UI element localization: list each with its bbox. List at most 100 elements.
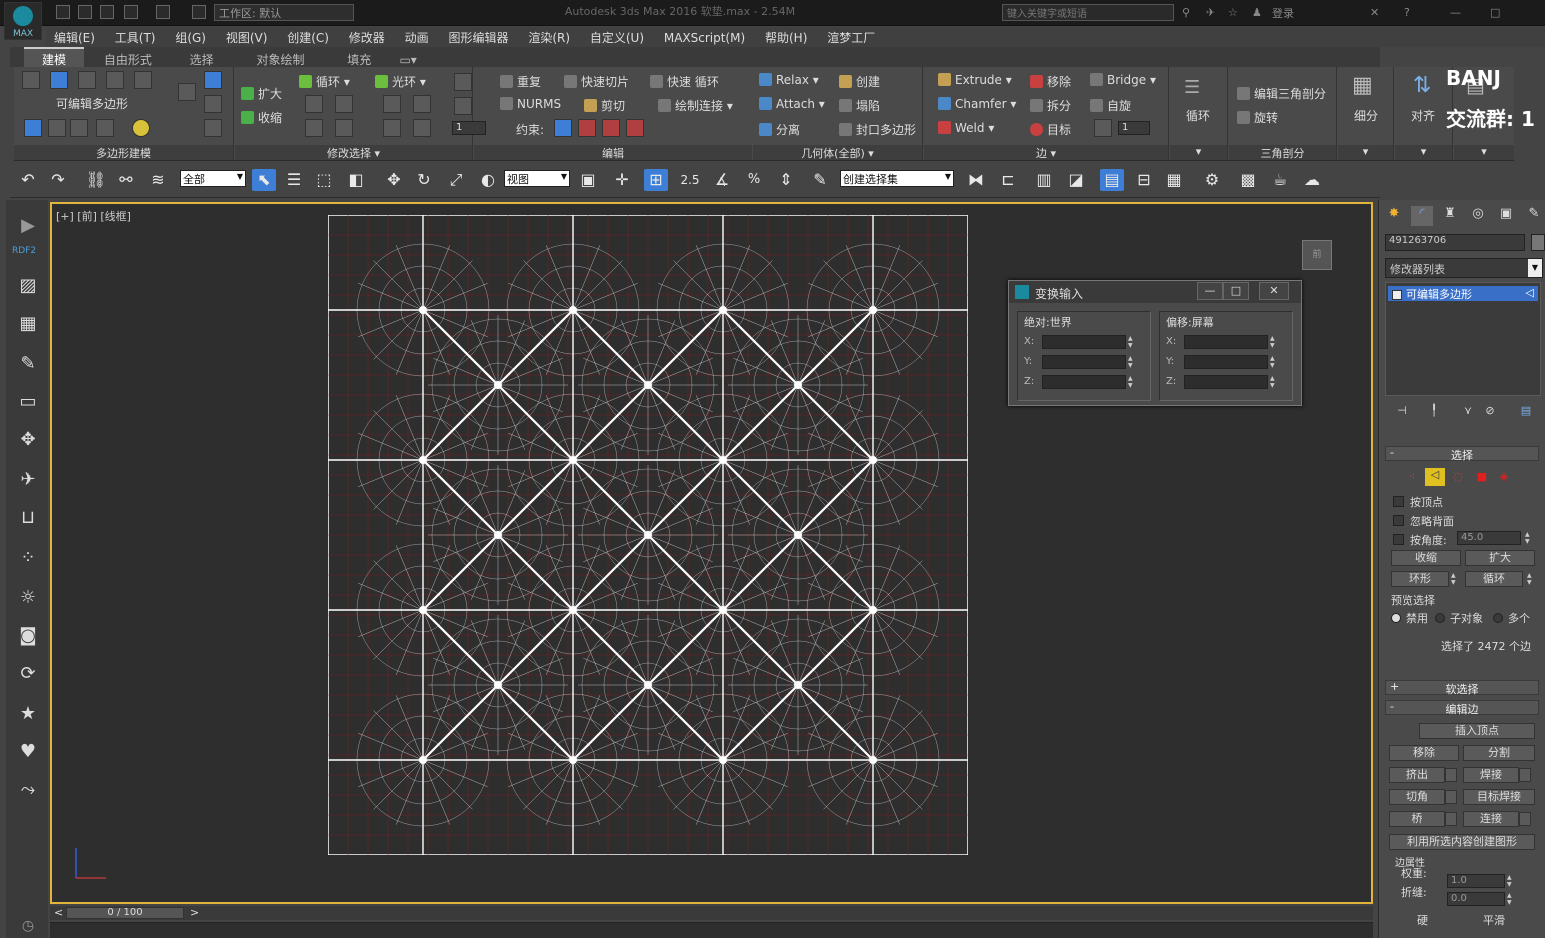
dialog-maximize-icon[interactable]: □	[1223, 282, 1249, 300]
vertex-mode-icon[interactable]	[22, 71, 40, 89]
loop-spinner[interactable]: ▲ ▼	[1527, 572, 1535, 586]
chamfer-settings-icon[interactable]	[1445, 790, 1457, 804]
plane-icon[interactable]: ✈	[16, 468, 40, 492]
user-icon[interactable]: ♟	[1252, 6, 1266, 20]
heart-icon[interactable]: ♥	[16, 740, 40, 764]
dialog-titlebar[interactable]: 变换输入 — □ ✕	[1009, 281, 1301, 303]
extrude-edge-button[interactable]: 挤出	[1389, 767, 1445, 783]
abs-x-spinner[interactable]: ▲ ▼	[1128, 335, 1136, 349]
undo-icon[interactable]: ↶	[16, 169, 40, 191]
selection-filter-dropdown[interactable]: 全部	[180, 170, 246, 187]
subdivide-icon[interactable]: ▦	[1352, 73, 1373, 98]
turn-button[interactable]: 旋转	[1237, 109, 1278, 126]
element-mode-icon[interactable]	[134, 71, 152, 89]
reference-coord-dropdown[interactable]: 视图	[504, 170, 570, 187]
pivot-center-icon[interactable]: ▣	[576, 169, 600, 191]
nurms-button[interactable]: NURMS	[500, 97, 561, 111]
menu-views[interactable]: 视图(V)	[218, 27, 276, 48]
constraint-normal-icon[interactable]	[626, 119, 644, 137]
shrink-button[interactable]: 收缩	[1391, 550, 1461, 566]
abs-y-field[interactable]	[1042, 355, 1126, 369]
preview-disabled-radio[interactable]: 禁用	[1391, 610, 1428, 626]
edit-edges-rollout-header[interactable]: - 编辑边	[1385, 700, 1539, 716]
ring-grow-icon[interactable]	[383, 95, 401, 113]
weld-edge-button[interactable]: 焊接	[1463, 767, 1519, 783]
soft-selection-rollout-header[interactable]: + 软选择	[1385, 680, 1539, 696]
window-crossing-icon[interactable]: ◧	[344, 169, 368, 191]
minimize-icon[interactable]: —	[1450, 6, 1464, 20]
constraint-face-icon[interactable]	[602, 119, 620, 137]
menu-graph-editors[interactable]: 图形编辑器	[440, 27, 516, 48]
subscription-icon[interactable]: ✈	[1206, 6, 1220, 20]
edit-named-sel-icon[interactable]: ✎	[808, 169, 832, 191]
loop-mode-icon[interactable]	[305, 119, 323, 137]
help-icon[interactable]: ?	[1404, 6, 1418, 20]
cap-poly-button[interactable]: 封口多边形	[839, 121, 916, 138]
constraint-none-icon[interactable]	[554, 119, 572, 137]
render-setup-icon[interactable]: ⚙	[1200, 169, 1224, 191]
hierarchy-tab-icon[interactable]: ♜	[1439, 206, 1461, 226]
object-color-swatch[interactable]	[1531, 234, 1545, 251]
placement-icon[interactable]: ◐	[476, 169, 500, 191]
remove-button[interactable]: 移除	[1030, 73, 1071, 90]
preview-multi-radio[interactable]: 多个	[1493, 610, 1530, 626]
scale-icon[interactable]: ⤢	[444, 169, 468, 191]
time-slider[interactable]: 0 / 100	[66, 907, 184, 919]
save-file-icon[interactable]	[100, 5, 114, 19]
apps-icon[interactable]: ⁘	[16, 546, 40, 570]
exchange-icon[interactable]: ✕	[1370, 6, 1384, 20]
menu-maxscript[interactable]: MAXScript(M)	[656, 29, 753, 47]
show-end-result-icon[interactable]: ╿	[1425, 404, 1443, 418]
angle-spinner[interactable]: ▲ ▼	[1525, 531, 1533, 545]
ring-spinner[interactable]: ▲ ▼	[1451, 572, 1459, 586]
ring-mode-icon[interactable]	[383, 119, 401, 137]
select-object-icon[interactable]: ⬉	[252, 169, 276, 191]
collapse-button[interactable]: 塌陷	[839, 97, 880, 114]
paint-connect-button[interactable]: 绘制连接 ▾	[658, 97, 733, 114]
render-production-icon[interactable]: ☕	[1268, 169, 1292, 191]
attach-button[interactable]: Attach ▾	[759, 97, 825, 111]
bridge-button[interactable]: Bridge ▾	[1090, 73, 1156, 87]
edge-spinner[interactable]: 1	[1118, 121, 1150, 135]
connect-edge-button[interactable]: 连接	[1463, 811, 1519, 827]
dot-loop-icon[interactable]	[335, 119, 353, 137]
target-weld-button[interactable]: 目标焊接	[1463, 789, 1535, 805]
loop-big-button[interactable]: 循环	[1186, 107, 1210, 124]
ring-button[interactable]: 光环 ▾	[375, 73, 426, 90]
curve-editor-icon[interactable]: ▤	[1100, 169, 1124, 191]
play-icon[interactable]: ▶	[16, 214, 40, 238]
menu-edit[interactable]: 编辑(E)	[46, 27, 103, 48]
new-file-icon[interactable]	[56, 5, 70, 19]
ribbon-options-icon[interactable]: ▭▾	[393, 51, 423, 67]
motion-tab-icon[interactable]: ◎	[1467, 206, 1489, 226]
weld-settings-icon[interactable]	[1519, 768, 1531, 782]
insert-vertex-button[interactable]: 插入顶点	[1419, 723, 1535, 739]
loop-group-dropdown[interactable]: ▾	[1170, 145, 1227, 160]
project-folder-icon[interactable]	[192, 5, 206, 19]
loop-button[interactable]: 循环 ▾	[299, 73, 350, 90]
make-unique-icon[interactable]: ⋎	[1459, 404, 1477, 418]
dot-ring-icon[interactable]	[413, 119, 431, 137]
align-button[interactable]: 对齐	[1411, 107, 1435, 124]
utilities-tab-icon[interactable]: ✎	[1523, 206, 1545, 226]
target-weld-button[interactable]: 目标	[1030, 121, 1071, 138]
menu-help[interactable]: 帮助(H)	[757, 27, 815, 48]
tab-modeling[interactable]: 建模	[24, 47, 84, 68]
graphite-icon[interactable]: ◪	[1064, 169, 1088, 191]
abs-z-spinner[interactable]: ▲ ▼	[1128, 375, 1136, 389]
pin-stack-icon[interactable]: ⊣	[1393, 404, 1411, 418]
snap-toggle-icon[interactable]: 2.5	[678, 169, 702, 191]
rendered-frame-icon[interactable]: ▩	[1236, 169, 1260, 191]
ignore-backface-checkbox[interactable]: 忽略背面	[1393, 513, 1454, 529]
schematic-view-icon[interactable]: ⊟	[1132, 169, 1156, 191]
menu-create[interactable]: 创建(C)	[279, 27, 337, 48]
swiftloop-button[interactable]: 快速 循环	[650, 73, 719, 90]
inbox-icon[interactable]: ⊔	[16, 506, 40, 530]
sun-icon[interactable]: ☼	[16, 586, 40, 610]
star-icon[interactable]: ★	[16, 702, 40, 726]
material-editor-icon[interactable]: ▦	[1162, 169, 1186, 191]
preview-subobject-radio[interactable]: 子对象	[1435, 610, 1483, 626]
chamfer-button[interactable]: Chamfer ▾	[938, 97, 1016, 111]
align-tool-icon[interactable]: ⊏	[996, 169, 1020, 191]
pivot-icon[interactable]	[204, 71, 222, 89]
